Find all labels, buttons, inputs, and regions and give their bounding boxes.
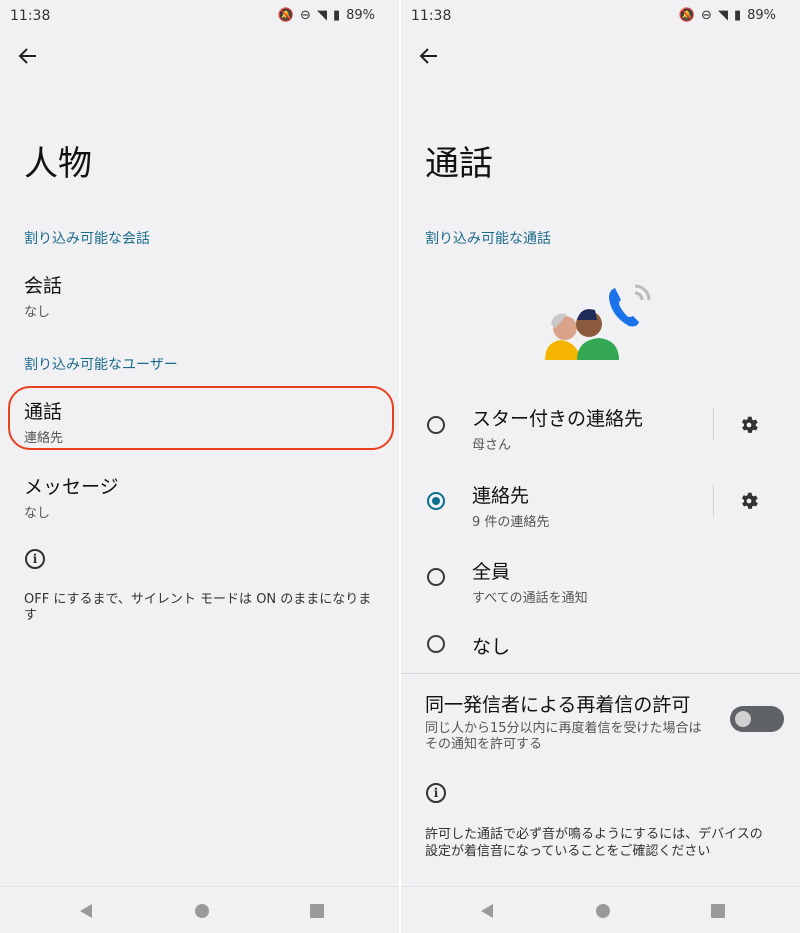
messages-title: メッセージ [24, 476, 119, 498]
battery-percent: 89% [346, 8, 375, 23]
option-contacts[interactable]: 連絡先 9 件の連絡先 [472, 481, 549, 530]
nav-back-icon[interactable] [481, 904, 493, 918]
separator [713, 408, 714, 440]
option-starred-contacts[interactable]: スター付きの連絡先 母さん [472, 404, 643, 453]
calls-title: 通話 [24, 401, 63, 423]
nav-bar [401, 886, 800, 933]
battery-percent: 89% [747, 8, 776, 23]
section-header-users: 割り込み可能なユーザー [24, 357, 178, 373]
repeat-callers-title: 同一発信者による再着信の許可 [425, 694, 691, 716]
battery-icon: ▮ [733, 8, 742, 23]
conversations-sub: なし [24, 305, 51, 320]
conversations-title: 会話 [24, 275, 63, 297]
radio-contacts[interactable] [427, 492, 445, 510]
option-everyone[interactable]: 全員 すべての通話を通知 [472, 557, 588, 606]
notifications-off-icon: 🔕 [678, 8, 696, 23]
nav-recents-icon[interactable] [310, 904, 324, 918]
footer-line2: 設定が着信音になっていることをご確認ください [425, 844, 711, 859]
wifi-icon: ◥ [316, 8, 327, 23]
calls-sub: 連絡先 [24, 431, 64, 446]
calls-item[interactable]: 通話 連絡先 [24, 397, 63, 446]
footer-note: 許可した通話で必ず音が鳴るようにするには、デバイスの 設定が着信音になっているこ… [425, 826, 785, 860]
status-time: 11:38 [10, 8, 51, 24]
option-title: 全員 [472, 561, 511, 583]
option-sub: 9 件の連絡先 [472, 515, 550, 530]
repeat-callers-toggle[interactable] [730, 706, 784, 732]
repeat-callers-sub-line1: 同じ人から15分以内に再度着信を受けた場合は [425, 721, 702, 736]
page-title: 通話 [425, 144, 493, 184]
wifi-icon: ◥ [717, 8, 728, 23]
radio-everyone[interactable] [427, 568, 445, 586]
option-none[interactable]: なし [472, 632, 510, 659]
repeat-callers-item[interactable]: 同一発信者による再着信の許可 同じ人から15分以内に再度着信を受けた場合は その… [425, 690, 725, 753]
section-header-calls: 割り込み可能な通話 [425, 231, 551, 247]
notifications-off-icon: 🔕 [277, 8, 295, 23]
highlight-outline [8, 386, 394, 450]
gear-icon[interactable] [738, 414, 760, 436]
footer-line1: 許可した通話で必ず音が鳴るようにするには、デバイスの [425, 827, 763, 842]
back-arrow-icon[interactable] [417, 44, 441, 68]
dnd-icon: ⊖ [300, 8, 311, 23]
people-call-illustration-icon [545, 284, 651, 360]
messages-item[interactable]: メッセージ なし [24, 472, 119, 521]
gear-icon[interactable] [738, 490, 760, 512]
nav-back-icon[interactable] [80, 904, 92, 918]
back-arrow-icon[interactable] [16, 44, 40, 68]
people-settings-screen: 11:38 🔕 ⊖ ◥ ▮ 89% 人物 割り込み可能な会話 会話 なし 割り込… [0, 0, 399, 933]
page-title: 人物 [24, 144, 92, 184]
info-icon: i [426, 783, 446, 803]
nav-home-icon[interactable] [195, 904, 209, 918]
radio-none[interactable] [427, 635, 445, 653]
battery-icon: ▮ [332, 8, 341, 23]
status-icons: 🔕 ⊖ ◥ ▮ 89% [679, 8, 776, 23]
option-title: 連絡先 [472, 485, 530, 507]
info-icon: i [25, 549, 45, 569]
repeat-callers-sub-line2: その通知を許可する [425, 737, 543, 752]
nav-bar [0, 886, 399, 933]
separator [713, 485, 714, 517]
option-sub: 母さん [472, 438, 512, 453]
status-time: 11:38 [411, 8, 452, 24]
messages-sub: なし [24, 506, 51, 521]
section-divider [401, 673, 800, 674]
calls-settings-screen: 11:38 🔕 ⊖ ◥ ▮ 89% 通話 割り込み可能な通話 スター付きの連絡先… [401, 0, 800, 933]
nav-home-icon[interactable] [596, 904, 610, 918]
nav-recents-icon[interactable] [711, 904, 725, 918]
option-sub: すべての通話を通知 [472, 591, 588, 606]
section-header-conversations: 割り込み可能な会話 [24, 231, 150, 247]
option-title: なし [472, 636, 511, 658]
footer-note: OFF にするまで、サイレント モードは ON のままになります [24, 592, 372, 623]
dnd-icon: ⊖ [701, 8, 712, 23]
conversations-item[interactable]: 会話 なし [24, 271, 62, 320]
status-icons: 🔕 ⊖ ◥ ▮ 89% [278, 8, 375, 23]
option-title: スター付きの連絡先 [472, 408, 644, 430]
radio-starred-contacts[interactable] [427, 416, 445, 434]
